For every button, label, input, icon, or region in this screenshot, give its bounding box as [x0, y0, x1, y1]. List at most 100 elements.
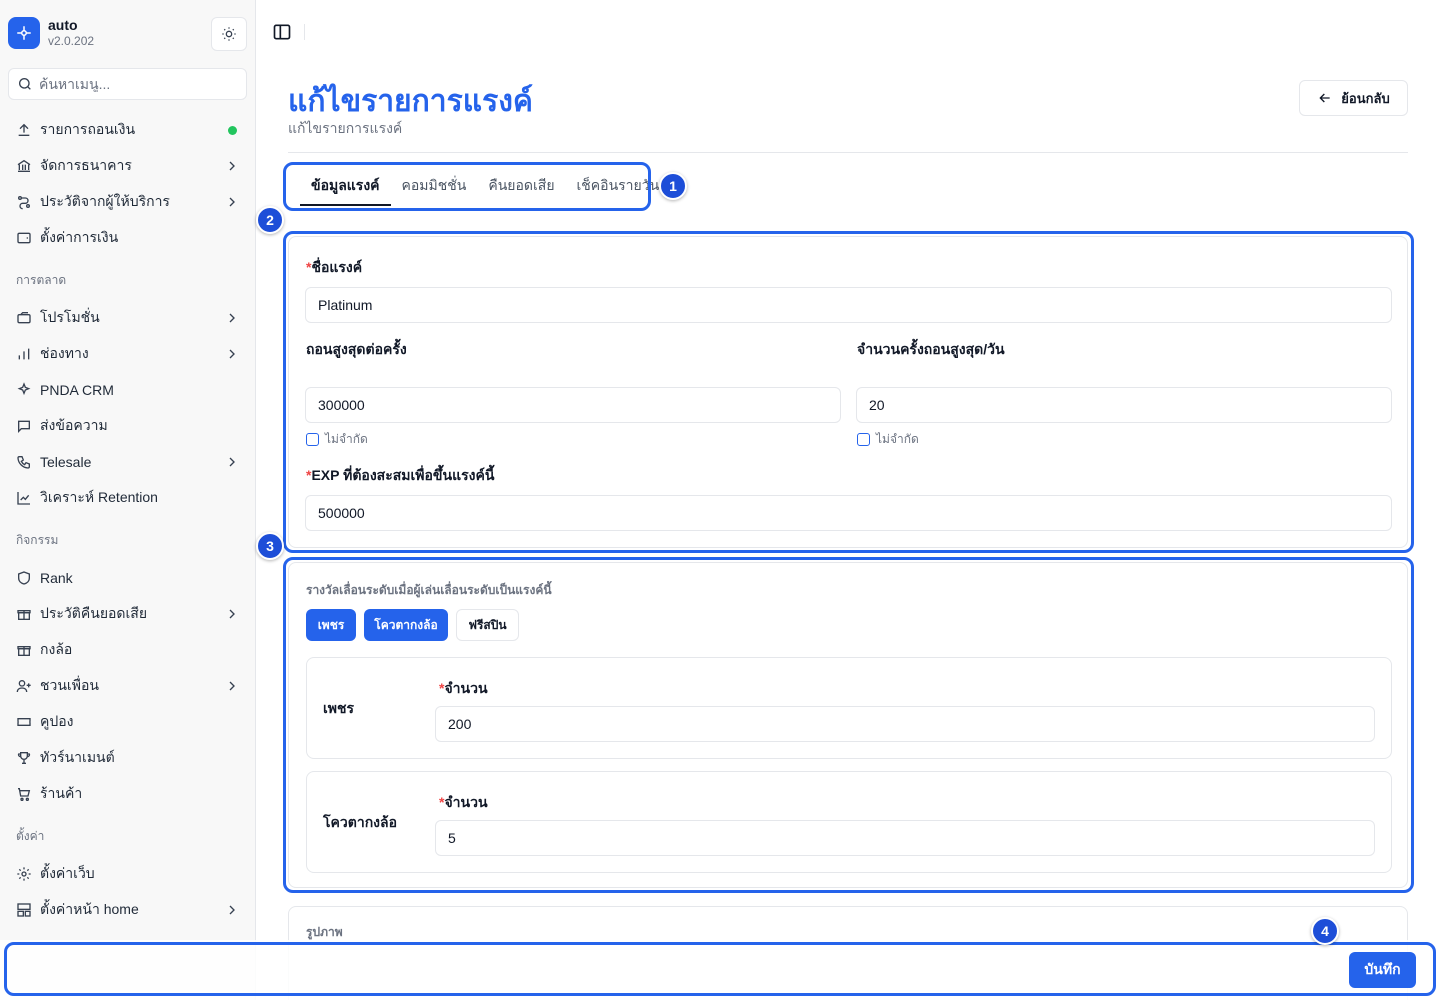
- chevron-right-icon: [229, 457, 235, 467]
- chevron-right-icon: [229, 609, 235, 619]
- max-withdraw-label: ถอนสูงสุดต่อครั้ง: [306, 341, 407, 357]
- callout-badge-1: 1: [659, 172, 687, 200]
- max-times-label: จำนวนครั้งถอนสูงสุด/วัน: [857, 341, 1005, 357]
- sidebar-item-tournament[interactable]: ทัวร์นาเมนต์: [0, 740, 256, 776]
- unlimited-checkbox[interactable]: [306, 433, 319, 446]
- max-withdraw-input[interactable]: 300000: [305, 387, 841, 423]
- unlimited-checkbox[interactable]: [857, 433, 870, 446]
- reward-row-diamond: เพชร *จำนวน 200: [306, 657, 1392, 759]
- sidebar-item-label: ทัวร์นาเมนต์: [40, 749, 115, 765]
- coupon-icon: [16, 714, 32, 730]
- reward-option-diamond[interactable]: เพชร: [306, 609, 356, 641]
- reward-option-free-spin[interactable]: ฟรีสปิน: [456, 609, 519, 641]
- rewards-card: รางวัลเลื่อนระดับเมื่อผู้เล่นเลื่อนระดับ…: [288, 562, 1408, 888]
- tab-rank-info[interactable]: ข้อมูลแรงค์: [300, 166, 391, 206]
- sidebar-item-finance-settings[interactable]: ตั้งค่าการเงิน: [0, 220, 256, 256]
- sidebar-item-withdrawals[interactable]: รายการถอนเงิน: [0, 112, 256, 148]
- sidebar-item-label: ตั้งค่าการเงิน: [40, 229, 119, 245]
- sidebar-item-label: โปรโมชั่น: [40, 309, 100, 325]
- max-times-input[interactable]: 20: [856, 387, 1392, 423]
- upload-icon: [16, 122, 32, 138]
- callout-badge-3: 3: [256, 532, 284, 560]
- sidebar-item-provider-history[interactable]: ประวัติจากผู้ให้บริการ: [0, 184, 256, 220]
- brand: auto v2.0.202: [8, 16, 248, 52]
- sidebar-item-coupon[interactable]: คูปอง: [0, 704, 256, 740]
- chart-icon: [16, 490, 32, 506]
- sidebar-item-label: ตั้งค่าหน้า home: [40, 901, 139, 917]
- chevron-right-icon: [229, 349, 235, 359]
- header-divider: [288, 152, 1408, 153]
- unlimited-label: ไม่จำกัด: [325, 432, 368, 446]
- sidebar-item-telesale[interactable]: Telesale: [0, 444, 256, 480]
- chevron-right-icon: [229, 313, 235, 323]
- search-icon: [19, 78, 31, 90]
- sidebar-item-send-message[interactable]: ส่งข้อความ: [0, 408, 256, 444]
- rank-name-input[interactable]: Platinum: [305, 287, 1392, 323]
- nav-group-marketing: การตลาด: [16, 273, 67, 287]
- tab-commission[interactable]: คอมมิชชั่น: [391, 166, 478, 206]
- sidebar-item-channels[interactable]: ช่องทาง: [0, 336, 256, 372]
- sidebar-item-cashback-history[interactable]: ประวัติคืนยอดเสีย: [0, 596, 256, 632]
- chevron-right-icon: [229, 905, 235, 915]
- reward-option-wheel-quota[interactable]: โควตากงล้อ: [364, 609, 448, 641]
- reward-row-wheel-quota: โควตากงล้อ *จำนวน 5: [306, 771, 1392, 873]
- sidebar-item-promotions[interactable]: โปรโมชั่น: [0, 300, 256, 336]
- wallet-icon: [16, 230, 32, 246]
- sidebar-item-rank[interactable]: Rank: [0, 560, 256, 596]
- exp-label: *EXP ที่ต้องสะสมเพื่อขึ้นแรงค์นี้: [306, 467, 495, 483]
- chevron-right-icon: [229, 681, 235, 691]
- save-button[interactable]: บันทึก: [1349, 952, 1416, 988]
- brand-name: auto: [48, 17, 78, 33]
- max-withdraw-unlimited[interactable]: ไม่จำกัด: [306, 430, 368, 449]
- sidebar-item-label: PNDA CRM: [40, 382, 114, 398]
- sidebar-item-label: ชวนเพื่อน: [40, 677, 99, 693]
- unlimited-label: ไม่จำกัด: [876, 432, 919, 446]
- back-button[interactable]: ย้อนกลับ: [1299, 80, 1408, 116]
- chevron-right-icon: [229, 197, 235, 207]
- tab-daily-checkin[interactable]: เช็คอินรายวัน: [566, 166, 671, 206]
- sidebar-item-home-settings[interactable]: ตั้งค่าหน้า home: [0, 892, 256, 928]
- sidebar-toggle-icon[interactable]: [272, 22, 292, 42]
- sidebar-item-label: ประวัติจากผู้ให้บริการ: [40, 193, 170, 209]
- sidebar-item-label: Rank: [40, 570, 73, 586]
- reward-amount-input[interactable]: 5: [435, 820, 1375, 856]
- chevron-right-icon: [229, 161, 235, 171]
- exp-input[interactable]: 500000: [305, 495, 1392, 531]
- sidebar-item-label: ร้านค้า: [40, 785, 83, 801]
- page-subtitle: แก้ไขรายการแรงค์: [288, 120, 403, 136]
- sidebar-item-referral[interactable]: ชวนเพื่อน: [0, 668, 256, 704]
- sidebar-item-web-settings[interactable]: ตั้งค่าเว็บ: [0, 856, 256, 892]
- status-dot: [228, 126, 237, 135]
- max-times-unlimited[interactable]: ไม่จำกัด: [857, 430, 919, 449]
- sidebar-item-wheel[interactable]: กงล้อ: [0, 632, 256, 668]
- sidebar-item-label: ช่องทาง: [40, 345, 89, 361]
- layout-icon: [16, 902, 32, 918]
- rank-info-card: *ชื่อแรงค์ Platinum ถอนสูงสุดต่อครั้ง 30…: [288, 236, 1408, 548]
- message-icon: [16, 418, 32, 434]
- topbar-divider: [304, 24, 305, 40]
- tab-cashback[interactable]: คืนยอดเสีย: [477, 166, 565, 206]
- sidebar-item-label: รายการถอนเงิน: [40, 121, 136, 137]
- user-plus-icon: [16, 678, 32, 694]
- menu-search[interactable]: [8, 68, 247, 100]
- sidebar-item-crm[interactable]: PNDA CRM: [0, 372, 256, 408]
- sidebar-item-banks[interactable]: จัดการธนาคาร: [0, 148, 256, 184]
- sidebar-nav: รายการถอนเงิน จัดการธนาคาร ประวัติจากผู้…: [0, 112, 256, 928]
- ticket-icon: [16, 310, 32, 326]
- reward-amount-label: *จำนวน: [439, 680, 488, 696]
- bars-icon: [16, 346, 32, 362]
- sidebar-item-label: วิเคราะห์ Retention: [40, 489, 158, 505]
- phone-icon: [16, 454, 32, 470]
- sidebar-item-shop[interactable]: ร้านค้า: [0, 776, 256, 812]
- bank-icon: [16, 158, 32, 174]
- rewards-section-title: รางวัลเลื่อนระดับเมื่อผู้เล่นเลื่อนระดับ…: [306, 583, 552, 597]
- sidebar-item-label: ตั้งค่าเว็บ: [40, 865, 95, 881]
- menu-search-input[interactable]: [39, 76, 229, 92]
- callout-badge-4: 4: [1311, 917, 1339, 945]
- reward-amount-input[interactable]: 200: [435, 706, 1375, 742]
- gift-icon: [16, 642, 32, 658]
- theme-toggle-button[interactable]: [211, 17, 247, 51]
- sidebar-item-retention[interactable]: วิเคราะห์ Retention: [0, 480, 256, 516]
- gift-icon: [16, 606, 32, 622]
- callout-badge-2: 2: [256, 206, 284, 234]
